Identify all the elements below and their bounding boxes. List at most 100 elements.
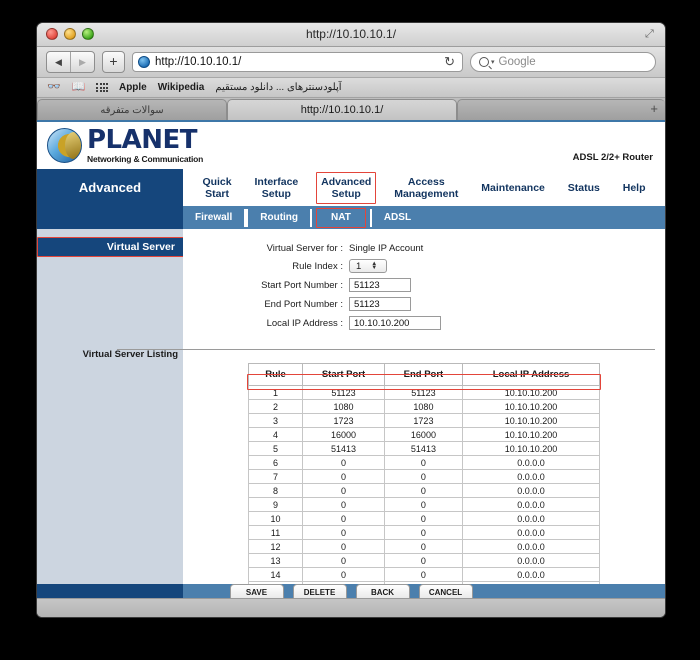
minimize-button[interactable]: [64, 28, 76, 40]
value-virtual-server-for: Single IP Account: [349, 243, 424, 254]
cell-local-ip: 0.0.0.0: [462, 483, 600, 498]
cell-local-ip: 10.10.10.200: [462, 385, 600, 400]
table-row: 12 0 0 0.0.0.0: [247, 539, 600, 554]
search-icon: [479, 57, 489, 67]
nav-help[interactable]: Help: [618, 178, 651, 198]
local-ip-input[interactable]: 10.10.10.200: [349, 316, 441, 330]
subnav-firewall[interactable]: Firewall: [183, 208, 247, 227]
cell-local-ip: 0.0.0.0: [462, 497, 600, 512]
tab-persian[interactable]: سوالات متفرقه: [37, 99, 227, 120]
cell-local-ip: 0.0.0.0: [462, 511, 600, 526]
tab-router[interactable]: http://10.10.10.1/: [227, 99, 457, 120]
bookmark-wikipedia[interactable]: Wikipedia: [158, 82, 205, 93]
cell-end-port: 16000: [383, 427, 464, 442]
add-bookmark-button[interactable]: +: [102, 51, 125, 73]
cell-end-port: 0: [383, 525, 464, 540]
top-sites-grid-icon[interactable]: [96, 83, 108, 92]
th-end-port: End Port: [383, 363, 464, 386]
cell-local-ip: 0.0.0.0: [462, 469, 600, 484]
tab-empty-area: [457, 99, 665, 120]
nav-maintenance[interactable]: Maintenance: [476, 178, 550, 198]
window-title: http://10.10.10.1/: [305, 27, 397, 41]
reload-icon[interactable]: ↻: [444, 54, 457, 70]
cell-rule: 3: [247, 413, 304, 428]
cell-local-ip: 10.10.10.200: [462, 441, 600, 456]
cell-local-ip: 0.0.0.0: [462, 553, 600, 568]
sidebar-item-virtual-server[interactable]: Virtual Server: [37, 237, 184, 257]
brand-name: PLANET: [87, 125, 198, 156]
cell-local-ip: 0.0.0.0: [462, 525, 600, 540]
label-virtual-server-for: Virtual Server for :: [266, 243, 343, 254]
address-bar[interactable]: http://10.10.10.1/ ↻: [132, 52, 463, 72]
cell-start-port: 0: [302, 511, 385, 526]
fullscreen-icon[interactable]: ⤢: [645, 28, 657, 40]
subnav-nat[interactable]: NAT: [316, 207, 366, 228]
subnav-spacer: [37, 206, 183, 229]
rule-index-select[interactable]: 1 ▲ ▼: [349, 259, 387, 273]
rule-index-value: 1: [356, 260, 362, 272]
nav-interface-setup[interactable]: Interface Setup: [250, 172, 304, 204]
start-port-input[interactable]: 51123: [349, 278, 411, 292]
cell-local-ip: 0.0.0.0: [462, 455, 600, 470]
brand-tagline: Networking & Communication: [87, 154, 204, 165]
sub-navigation: Firewall Routing NAT ADSL: [37, 206, 665, 229]
search-input[interactable]: ▾ Google: [470, 52, 656, 72]
virtual-server-table: Rule Start Port End Port Local IP Addres…: [247, 363, 600, 598]
label-rule-index: Rule Index :: [292, 260, 343, 272]
save-button[interactable]: SAVE: [229, 584, 284, 598]
zoom-button[interactable]: [82, 28, 94, 40]
form-row-virtual-server-for: Virtual Server for : Single IP Account: [193, 243, 655, 254]
cell-local-ip: 0.0.0.0: [462, 539, 600, 554]
window-controls: [46, 28, 94, 40]
planet-logo: PLANET Networking & Communication: [47, 127, 203, 164]
body-area: Virtual Server Virtual Server Listing Vi…: [37, 229, 665, 598]
table-row: 2 1080 1080 10.10.10.200: [247, 399, 600, 414]
cell-end-port: 51123: [383, 385, 464, 400]
cell-end-port: 0: [383, 539, 464, 554]
bookmark-persian[interactable]: آپلودسنترهای ... دانلود مستقیم: [215, 82, 341, 93]
end-port-input[interactable]: 51123: [349, 297, 411, 311]
tab-bar: سوالات متفرقه http://10.10.10.1/ +: [37, 98, 665, 122]
table-row: 11 0 0 0.0.0.0: [247, 525, 600, 540]
cell-start-port: 0: [302, 469, 385, 484]
bookmarks-book-icon[interactable]: 📖: [72, 82, 86, 93]
subnav-adsl[interactable]: ADSL: [369, 208, 423, 227]
new-tab-button[interactable]: +: [650, 102, 658, 115]
back-button[interactable]: ◀: [47, 52, 70, 72]
table-row: 3 1723 1723 10.10.10.200: [247, 413, 600, 428]
virtual-server-table-wrap: Rule Start Port End Port Local IP Addres…: [247, 363, 601, 598]
th-start-port: Start Port: [302, 363, 385, 386]
bookmark-apple[interactable]: Apple: [119, 82, 147, 93]
subnav-routing[interactable]: Routing: [246, 208, 313, 227]
cell-start-port: 0: [302, 539, 385, 554]
stepper-arrows-icon[interactable]: ▲ ▼: [371, 261, 377, 271]
cell-end-port: 51413: [383, 441, 464, 456]
browser-statusbar: [37, 598, 665, 617]
forward-button[interactable]: ▶: [70, 52, 94, 72]
bookmarks-bar: 👓 📖 Apple Wikipedia آپلودسنترهای ... دان…: [37, 78, 665, 98]
sidebar: Virtual Server Virtual Server Listing: [37, 229, 184, 584]
cancel-button[interactable]: CANCEL: [418, 584, 473, 598]
nav-advanced-setup[interactable]: Advanced Setup: [316, 171, 377, 204]
cell-rule: 9: [247, 497, 304, 512]
cell-rule: 14: [247, 567, 304, 582]
table-row: 9 0 0 0.0.0.0: [247, 497, 600, 512]
nav-access-management[interactable]: Access Management: [389, 172, 463, 204]
router-header: PLANET Networking & Communication ADSL 2…: [37, 122, 665, 169]
form-row-start-port: Start Port Number : 51123: [193, 278, 655, 292]
cell-rule: 5: [247, 441, 304, 456]
back-button-page[interactable]: BACK: [355, 584, 410, 598]
cell-start-port: 0: [302, 497, 385, 512]
delete-button[interactable]: DELETE: [292, 584, 347, 598]
nav-quick-start[interactable]: Quick Start: [197, 172, 236, 204]
table-row: 8 0 0 0.0.0.0: [247, 483, 600, 498]
cell-start-port: 51123: [302, 385, 385, 400]
cell-start-port: 1080: [302, 399, 385, 414]
cell-rule: 13: [247, 553, 304, 568]
footer-left-block: [37, 584, 183, 598]
reading-list-icon[interactable]: 👓: [47, 82, 61, 93]
globe-icon: [138, 56, 150, 68]
close-button[interactable]: [46, 28, 58, 40]
nav-status[interactable]: Status: [563, 178, 605, 198]
cell-end-port: 0: [383, 483, 464, 498]
